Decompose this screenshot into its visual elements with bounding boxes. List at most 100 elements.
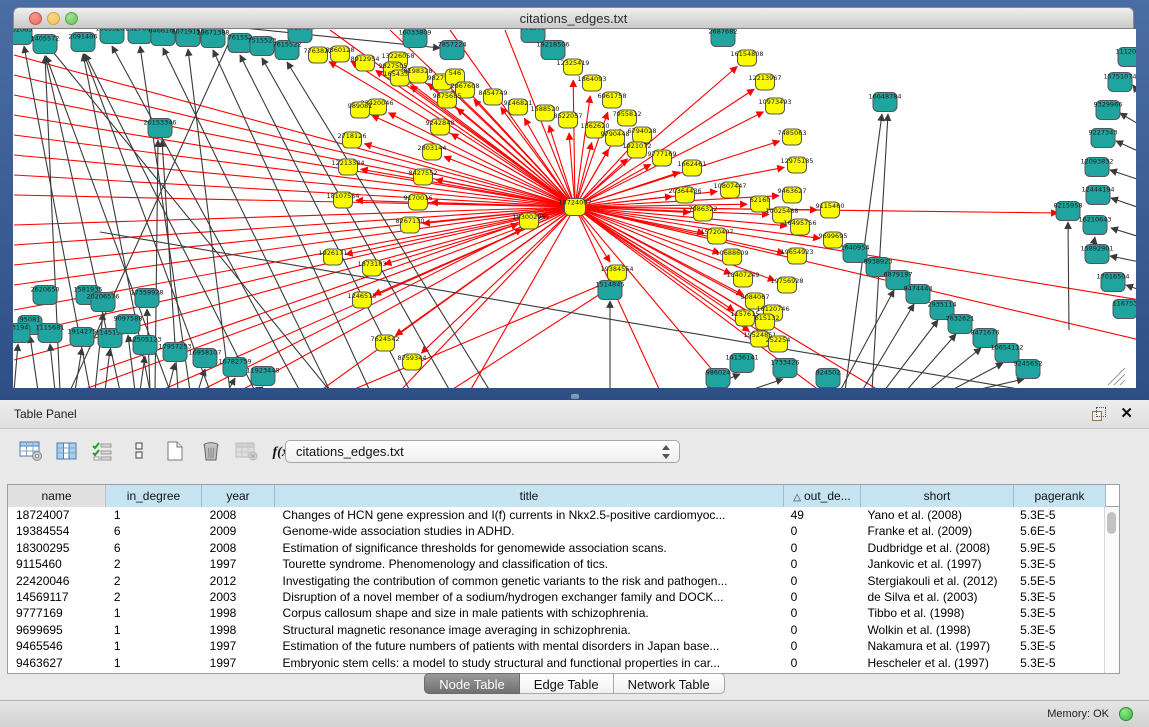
graph-edge[interactable] <box>1116 141 1136 152</box>
table-row[interactable]: 2242004622012Investigating the contribut… <box>8 573 1104 589</box>
graph-edge[interactable] <box>1111 198 1136 208</box>
table-select-dropdown[interactable]: citations_edges.txt <box>285 440 680 463</box>
table-cell: 1 <box>106 655 202 671</box>
panel-splitter-handle[interactable] <box>571 394 579 399</box>
graph-edge[interactable] <box>575 207 1136 340</box>
graph-edge[interactable] <box>906 334 956 388</box>
table-row[interactable]: 1938455462009Genome-wide association stu… <box>8 523 1104 539</box>
graph-edge[interactable] <box>1133 85 1136 95</box>
table-row[interactable]: 946554611997Estimation of the future num… <box>8 638 1104 654</box>
graph-node-label: 16033809 <box>398 29 431 37</box>
table-cell: 9115460 <box>8 556 106 572</box>
column-header-short[interactable]: short <box>861 485 1014 507</box>
graph-node-label: 7955812 <box>613 110 642 118</box>
graph-edge[interactable] <box>396 207 575 335</box>
graph-edge[interactable] <box>421 207 575 353</box>
graph-edge[interactable] <box>198 369 205 388</box>
graph-node-label: 17957253 <box>158 343 191 351</box>
graph-node-label: 986024 <box>706 369 731 377</box>
canvas-resize-handle[interactable] <box>1108 368 1125 385</box>
graph-edge[interactable] <box>748 379 783 388</box>
tab-network-table[interactable]: Network Table <box>614 673 725 694</box>
graph-edge[interactable] <box>862 304 914 388</box>
tab-edge-table[interactable]: Edge Table <box>520 673 614 694</box>
graph-edge[interactable] <box>1110 170 1136 180</box>
table-header-row: namein_degreeyeartitle△out_de... short pag… <box>8 485 1119 507</box>
delete-table-icon <box>235 440 259 467</box>
column-header-out_de[interactable]: △out_de... <box>784 485 861 507</box>
vertical-scrollbar[interactable] <box>1104 507 1119 673</box>
table-cell: 1997 <box>202 556 275 572</box>
graph-node-label: 1514845 <box>596 281 625 289</box>
graph-node-label: 15892901 <box>1080 245 1113 253</box>
memory-status-label: Memory: OK <box>1047 708 1109 720</box>
graph-edge[interactable] <box>14 175 575 207</box>
graph-edge[interactable] <box>376 70 575 207</box>
graph-edge[interactable] <box>256 387 263 388</box>
graph-edge[interactable] <box>384 207 575 264</box>
row-merge-button[interactable] <box>126 441 152 465</box>
graph-node-label: 1926171 <box>319 249 348 257</box>
graph-edge[interactable] <box>1120 113 1136 125</box>
network-graph-canvas[interactable]: 2620651405572209140610653287152760264661… <box>13 29 1136 388</box>
table-row[interactable]: 946362711997Embryonic stem cells: a mode… <box>8 655 1104 671</box>
graph-edge[interactable] <box>14 207 575 285</box>
table-cell: 5.3E-5 <box>1012 638 1104 654</box>
graph-edge[interactable] <box>1110 256 1136 262</box>
graph-edge[interactable] <box>1111 228 1136 237</box>
graph-edge[interactable] <box>30 336 38 388</box>
column-header-pagerank[interactable]: pagerank <box>1014 485 1106 507</box>
tab-node-table[interactable]: Node Table <box>424 673 520 694</box>
delete-table-button[interactable] <box>234 441 260 465</box>
table-cell: 1998 <box>202 605 275 621</box>
show-columns-button[interactable] <box>54 441 80 465</box>
new-file-button[interactable] <box>162 441 188 465</box>
table-row[interactable]: 1456911722003Disruption of a novel membe… <box>8 589 1104 605</box>
table-settings-button[interactable] <box>18 441 44 465</box>
graph-edge[interactable] <box>50 344 55 388</box>
table-row[interactable]: 911546021997Tourette syndrome. Phenomeno… <box>8 556 1104 572</box>
table-cell: 5.3E-5 <box>1012 589 1104 605</box>
table-cell: 18724007 <box>8 507 106 523</box>
graph-edge[interactable] <box>928 348 981 388</box>
graph-node-label: 1157615 <box>731 310 760 318</box>
table-cell: 5.3E-5 <box>1012 622 1104 638</box>
delete-rows-button[interactable] <box>198 441 224 465</box>
graph-edge[interactable] <box>95 313 103 388</box>
graph-edge[interactable] <box>1126 285 1136 290</box>
graph-node-label: 1405572 <box>31 35 60 43</box>
column-header-label: short <box>924 489 951 503</box>
window-title: citations_edges.txt <box>14 11 1133 26</box>
column-header-in_degree[interactable]: in_degree <box>106 485 202 507</box>
sort-ascending-icon: △ <box>793 492 801 503</box>
window-titlebar[interactable]: citations_edges.txt <box>13 7 1134 29</box>
graph-edge[interactable] <box>450 285 614 388</box>
column-header-title[interactable]: title <box>275 485 784 507</box>
graph-edge[interactable] <box>884 320 938 388</box>
scrollbar-thumb[interactable] <box>1107 512 1116 534</box>
graph-edge[interactable] <box>972 379 1024 388</box>
table-cell: 0 <box>783 655 860 671</box>
graph-node-label: 1115681 <box>36 324 65 332</box>
column-header-label: pagerank <box>1034 489 1084 503</box>
table-row[interactable]: 1830029562008Estimation of significance … <box>8 540 1104 556</box>
select-columns-button[interactable] <box>90 441 116 465</box>
graph-edge[interactable] <box>1068 222 1069 330</box>
graph-edge[interactable] <box>140 356 145 388</box>
table-cell: Estimation of significance thresholds fo… <box>275 540 783 556</box>
table-row[interactable]: 969969511998Structural magnetic resonanc… <box>8 622 1104 638</box>
column-header-name[interactable]: name <box>8 485 106 507</box>
float-panel-icon[interactable] <box>1091 407 1105 421</box>
table-cell: Yano et al. (2008) <box>859 507 1012 523</box>
table-cell: 14569117 <box>8 589 106 605</box>
table-row[interactable]: 1872400712008Changes of HCN gene express… <box>8 507 1104 523</box>
graph-edge[interactable] <box>213 50 370 388</box>
graph-edge[interactable] <box>872 114 888 388</box>
column-header-year[interactable]: year <box>202 485 275 507</box>
graph-edge[interactable] <box>14 344 18 388</box>
graph-node-label: 9242848 <box>426 119 455 127</box>
table-row[interactable]: 977716911998Corpus callosum shape and si… <box>8 605 1104 621</box>
graph-node-label: 19384554 <box>600 265 633 273</box>
graph-edge[interactable] <box>840 290 894 388</box>
close-panel-icon[interactable]: ✕ <box>1120 404 1133 422</box>
